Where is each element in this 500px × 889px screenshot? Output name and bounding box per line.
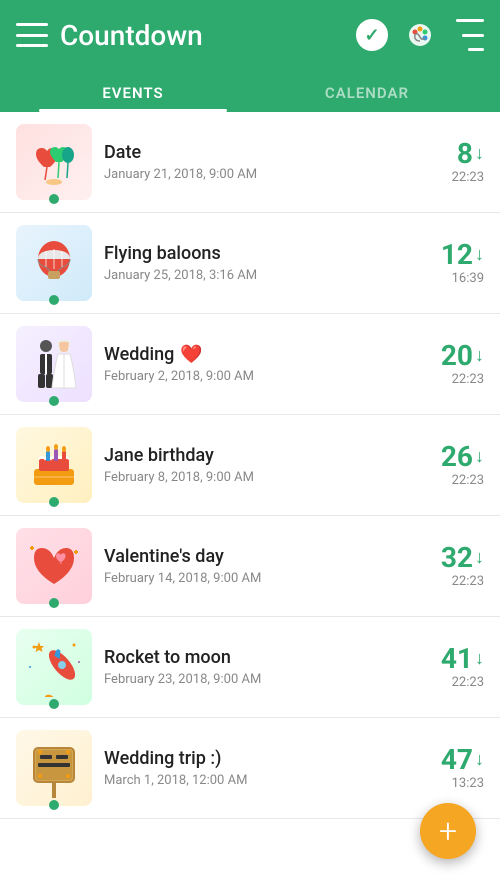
tab-events[interactable]: EVENTS [16,84,250,112]
event-image-wedding-trip [16,730,92,806]
event-countdown-valentines-day: 32 ↓ 22:23 [414,544,484,589]
event-date-rocket-to-moon: February 23, 2018, 9:00 AM [104,672,402,687]
event-item-wedding-trip[interactable]: Wedding trip :) March 1, 2018, 12:00 AM … [0,718,500,819]
event-image-date [16,124,92,200]
event-countdown-flying-baloons: 12 ↓ 16:39 [414,241,484,286]
event-date-wedding-trip: March 1, 2018, 12:00 AM [104,773,402,788]
event-name-wedding: Wedding ❤️ [104,344,402,365]
event-name-wedding-trip: Wedding trip :) [104,748,402,769]
event-countdown-wedding-trip: 47 ↓ 13:23 [414,746,484,791]
event-image-rocket-to-moon [16,629,92,705]
event-name-rocket-to-moon: Rocket to moon [104,647,402,668]
event-name-valentines-day: Valentine's day [104,546,402,567]
event-item-date[interactable]: Date January 21, 2018, 9:00 AM 8 ↓ 22:23 [0,112,500,213]
menu-icon[interactable] [16,23,48,47]
event-name-jane-birthday: Jane birthday [104,445,402,466]
check-done-button[interactable] [356,19,388,51]
event-countdown-wedding: 20 ↓ 22:23 [414,342,484,387]
event-countdown-jane-birthday: 26 ↓ 22:23 [414,443,484,488]
sort-button[interactable] [452,19,484,51]
event-item-flying-baloons[interactable]: Flying baloons January 25, 2018, 3:16 AM… [0,213,500,314]
event-image-wedding [16,326,92,402]
event-date-flying-baloons: January 25, 2018, 3:16 AM [104,268,402,283]
event-countdown-date: 8 ↓ 22:23 [414,140,484,185]
tab-calendar[interactable]: CALENDAR [250,84,484,112]
event-date-jane-birthday: February 8, 2018, 9:00 AM [104,470,402,485]
event-item-valentines-day[interactable]: Valentine's day February 14, 2018, 9:00 … [0,516,500,617]
app-title: Countdown [60,19,344,52]
event-item-wedding[interactable]: Wedding ❤️ February 2, 2018, 9:00 AM 20 … [0,314,500,415]
check-circle-icon [356,19,388,51]
event-date-date: January 21, 2018, 9:00 AM [104,167,402,182]
event-item-rocket-to-moon[interactable]: Rocket to moon February 23, 2018, 9:00 A… [0,617,500,718]
event-item-jane-birthday[interactable]: Jane birthday February 8, 2018, 9:00 AM … [0,415,500,516]
event-countdown-rocket-to-moon: 41 ↓ 22:23 [414,645,484,690]
add-event-button[interactable]: + [420,803,476,859]
event-image-flying-baloons [16,225,92,301]
event-date-wedding: February 2, 2018, 9:00 AM [104,369,402,384]
event-content-date: Date January 21, 2018, 9:00 AM [92,142,414,182]
event-image-valentines-day [16,528,92,604]
tab-bar: EVENTS CALENDAR [16,70,484,112]
event-image-jane-birthday [16,427,92,503]
app-header: Countdown E [0,0,500,112]
event-date-valentines-day: February 14, 2018, 9:00 AM [104,571,402,586]
event-name-flying-baloons: Flying baloons [104,243,402,264]
event-list: Date January 21, 2018, 9:00 AM 8 ↓ 22:23 [0,112,500,889]
event-name-date: Date [104,142,402,163]
palette-button[interactable] [404,19,436,51]
